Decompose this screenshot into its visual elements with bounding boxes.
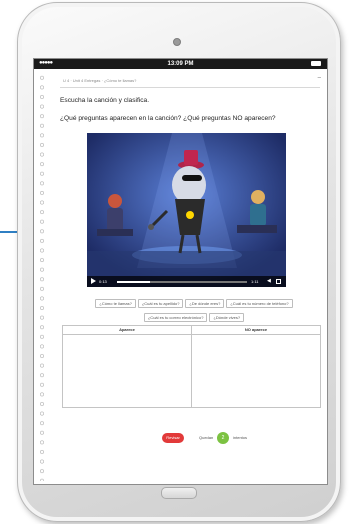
status-clock: 13:09 PM (167, 60, 194, 67)
video-current-time: 0:13 (99, 278, 107, 284)
column-header-aparece: Aparece (63, 326, 191, 335)
notebook-spiral (37, 73, 47, 481)
video-total-time: 1:11 (251, 278, 259, 284)
answer-chip[interactable]: ¿Cuál es tu número de teléfono? (226, 299, 293, 308)
attempts-suffix-label: intentos (233, 435, 248, 440)
drop-zone-no-aparece[interactable]: NO aparece (192, 326, 320, 407)
battery-icon (311, 61, 321, 66)
video-progress-fill (117, 281, 150, 283)
answer-chip[interactable]: ¿Cuál es tu correo electrónico? (143, 313, 208, 322)
video-progress-bar[interactable] (117, 281, 247, 283)
status-bar: ●●●●● 13:09 PM (34, 59, 327, 69)
column-header-no-aparece: NO aparece (192, 326, 320, 335)
video-controls: 0:13 1:11 ◀ (87, 276, 286, 287)
breadcrumb[interactable]: U 4 · Unit 4 Entregas · ¿Cómo te llamas? (63, 78, 136, 83)
close-icon[interactable]: – (318, 75, 321, 81)
tablet-screen: ●●●●● 13:09 PM U 4 · Unit 4 Entregas · ¿… (33, 58, 328, 485)
question-text: ¿Qué preguntas aparecen en la canción? ¿… (60, 115, 276, 122)
answer-chip[interactable]: ¿Cuál es tu apellido? (137, 299, 184, 308)
video-frame-illustration (87, 133, 286, 287)
tablet-frame: ●●●●● 13:09 PM U 4 · Unit 4 Entregas · ¿… (17, 2, 341, 522)
play-icon[interactable] (91, 278, 96, 284)
fullscreen-icon[interactable] (276, 279, 281, 284)
footer-actions: Revisar Quedan 2 intentos (34, 431, 327, 445)
camera-icon (173, 38, 181, 46)
drop-zone-aparece[interactable]: Aparece (63, 326, 192, 407)
attempts-count-badge: 2 (217, 432, 229, 444)
answer-chip[interactable]: ¿Cómo te llamas? (95, 299, 136, 308)
answer-chip[interactable]: ¿De dónde eres? (185, 299, 225, 308)
video-player[interactable]: 0:13 1:11 ◀ (87, 133, 286, 287)
instruction-text: Escucha la canción y clasifica. (60, 97, 150, 104)
answer-chips: ¿Cómo te llamas? ¿Cuál es tu apellido? ¿De… (69, 295, 319, 323)
answer-chip[interactable]: ¿Dónde vives? (209, 313, 245, 322)
check-button[interactable]: Revisar (162, 433, 184, 443)
home-button[interactable] (161, 487, 197, 499)
divider (60, 87, 320, 88)
attempts-prefix-label: Quedan (199, 435, 214, 440)
volume-icon[interactable]: ◀ (267, 278, 271, 284)
classification-table: Aparece NO aparece (62, 325, 321, 408)
